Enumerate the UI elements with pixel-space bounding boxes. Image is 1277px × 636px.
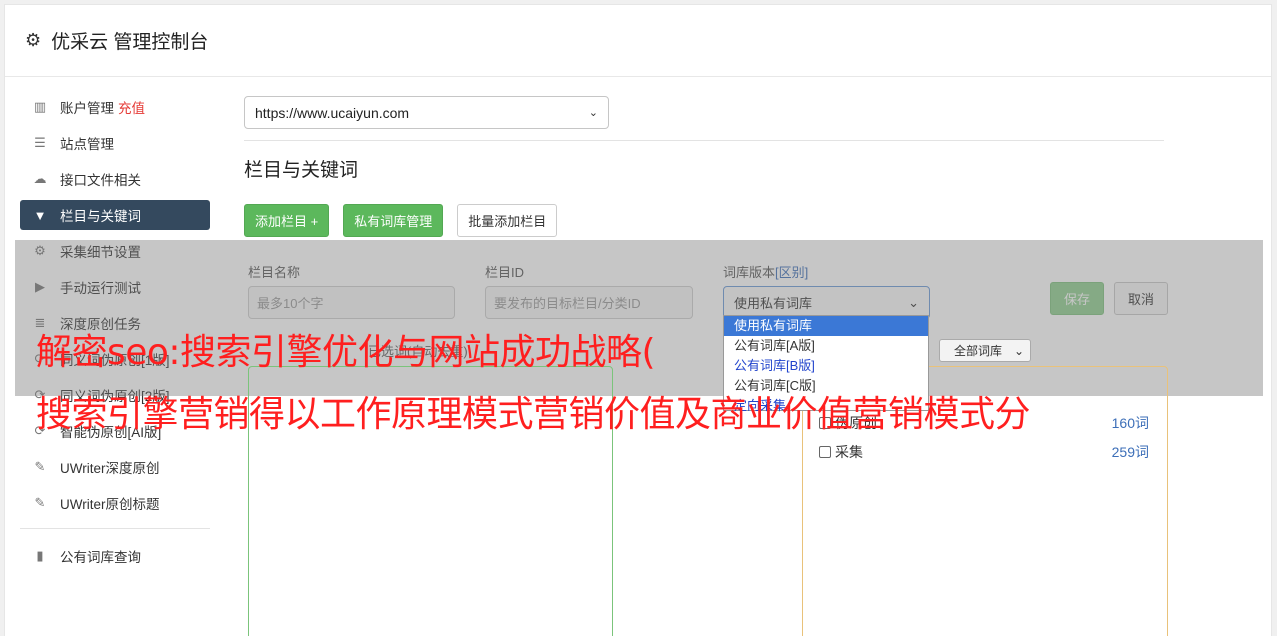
dropdown-option[interactable]: 公有词库[B版] (724, 356, 928, 376)
toolbar: 添加栏目 + 私有词库管理 批量添加栏目 (244, 204, 1164, 237)
sidebar-item-label: UWriter深度原创 (60, 461, 160, 476)
recharge-link[interactable]: 充值 (118, 97, 145, 117)
lib-row-label: 采集 (819, 442, 863, 462)
sidebar-item-label: 账户管理 (60, 101, 114, 116)
gear-icon: ⚙ (25, 30, 42, 50)
lib-row-count[interactable]: 160词 (1112, 413, 1149, 433)
lib-row[interactable]: 采集 259词 (819, 442, 1149, 462)
divider (244, 140, 1164, 141)
bar-chart-icon: ▥ (33, 99, 47, 114)
sidebar-item-columns[interactable]: ▼ 栏目与关键词 (20, 200, 210, 230)
private-lib-button[interactable]: 私有词库管理 (343, 204, 444, 237)
filter-icon: ▼ (33, 207, 47, 223)
chevron-down-icon: ⌄ (1013, 343, 1024, 358)
chevron-down-icon: ⌄ (588, 107, 598, 119)
sidebar-item-label: 公有词库查询 (60, 550, 141, 565)
lib-filter-select[interactable]: 全部词库 ⌄ (939, 339, 1031, 362)
edit-icon: ✎ (34, 459, 46, 474)
overlay-banner-line2: 搜索引擎营销得以工作原理模式营销价值及商业价值营销模式分 (36, 394, 1031, 435)
sidebar-item-interface[interactable]: ☁ 接口文件相关 (20, 164, 210, 194)
header: ⚙ 优采云 管理控制台 (5, 5, 1271, 77)
sidebar-item-uwriter-deep[interactable]: ✎ UWriter深度原创 (20, 452, 210, 482)
add-column-button[interactable]: 添加栏目 + (244, 204, 330, 237)
sidebar-item-label: 站点管理 (60, 137, 114, 152)
cloud-upload-icon: ☁ (33, 171, 47, 186)
site-select-value: https://www.ucaiyun.com (255, 104, 410, 121)
dropdown-option[interactable]: 公有词库[A版] (724, 336, 928, 356)
section-title: 栏目与关键词 (244, 160, 359, 181)
sidebar-item-uwriter-title[interactable]: ✎ UWriter原创标题 (20, 488, 210, 518)
main-content: https://www.ucaiyun.com ⌄ 栏目与关键词 添加栏目 + … (244, 96, 1164, 237)
checkbox[interactable] (819, 446, 831, 458)
server-icon: ☰ (34, 135, 46, 150)
overlay-banner-line1: 解密seo:搜索引擎优化与网站成功战略( (36, 332, 656, 373)
sidebar-item-label: UWriter原创标题 (60, 497, 160, 512)
sidebar-item-label: 栏目与关键词 (60, 209, 141, 224)
sidebar-divider (20, 528, 210, 529)
lib-row-count[interactable]: 259词 (1112, 442, 1149, 462)
sidebar-item-public-lib[interactable]: ▮ 公有词库查询 (20, 541, 210, 571)
site-select[interactable]: https://www.ucaiyun.com ⌄ (244, 96, 609, 129)
sidebar-item-account[interactable]: ▥ 账户管理 充值 (20, 92, 210, 122)
batch-add-button[interactable]: 批量添加栏目 (457, 204, 558, 237)
sidebar-item-label: 接口文件相关 (60, 173, 141, 188)
lib-filter-value: 全部词库 (954, 344, 1003, 358)
page-title: 优采云 管理控制台 (51, 32, 209, 53)
sidebar-item-sites[interactable]: ☰ 站点管理 (20, 128, 210, 158)
edit-icon: ✎ (34, 495, 46, 510)
dropdown-option[interactable]: 使用私有词库 (724, 316, 928, 336)
lib-row-text: 采集 (835, 444, 863, 460)
book-icon: ▮ (36, 548, 44, 563)
